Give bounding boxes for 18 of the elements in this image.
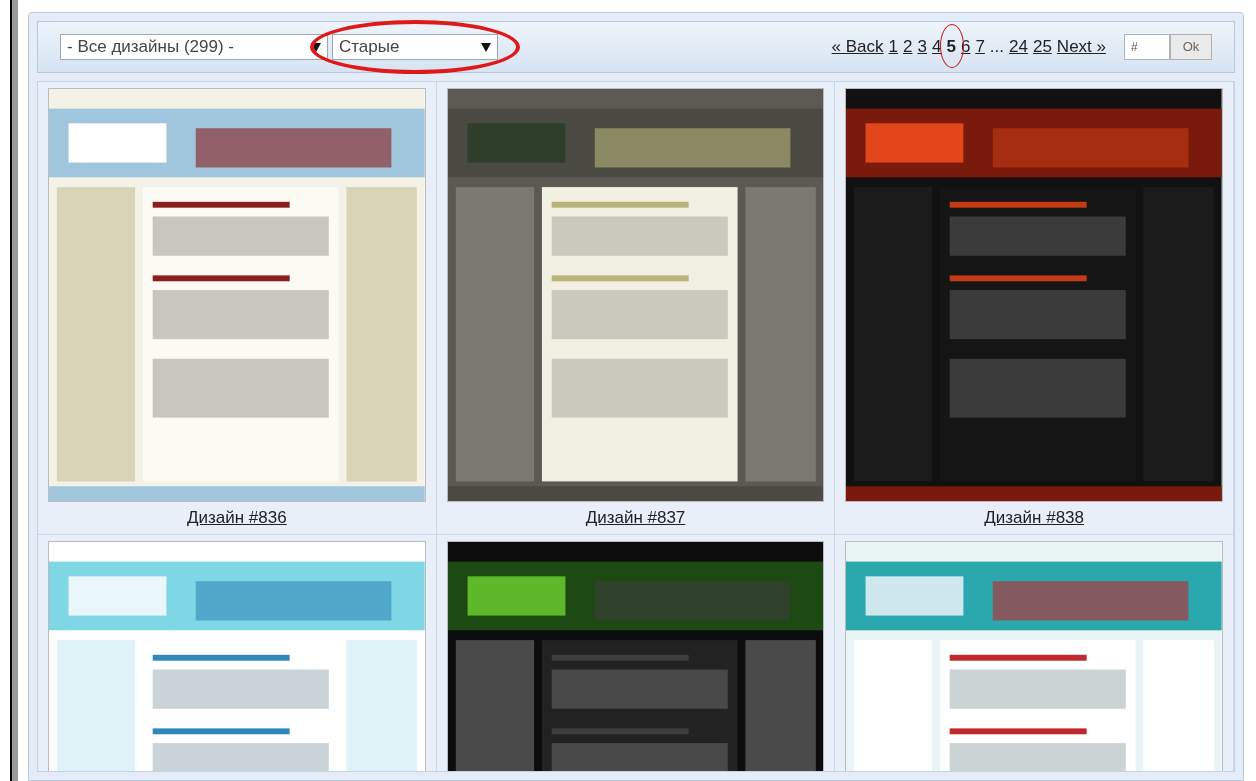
page-link[interactable]: 1 (888, 34, 899, 60)
next-link[interactable]: Next » (1056, 34, 1106, 60)
page-link[interactable]: 25 (1032, 34, 1052, 60)
page-link[interactable]: 2 (903, 34, 913, 60)
design-link[interactable]: Дизайн #838 (984, 502, 1084, 534)
page-link[interactable]: 7 (975, 34, 985, 60)
design-link[interactable]: Дизайн #837 (585, 502, 686, 534)
page-number-field[interactable]: # (1124, 34, 1170, 60)
dropdown-caret-icon (481, 42, 491, 52)
filter-dropdown[interactable]: - Все дизайны (299) - (60, 34, 328, 60)
ok-button[interactable]: Ok (1170, 34, 1212, 60)
page-link[interactable]: 24 (1009, 34, 1028, 60)
design-link[interactable]: Дизайн #836 (187, 502, 287, 534)
back-link[interactable]: « Back (831, 34, 884, 60)
pagination-ellipsis: ... (989, 36, 1004, 59)
filter-dropdown[interactable]: Старые (332, 34, 498, 60)
page-link[interactable]: 3 (917, 34, 927, 60)
current-page: 5 (946, 37, 956, 57)
